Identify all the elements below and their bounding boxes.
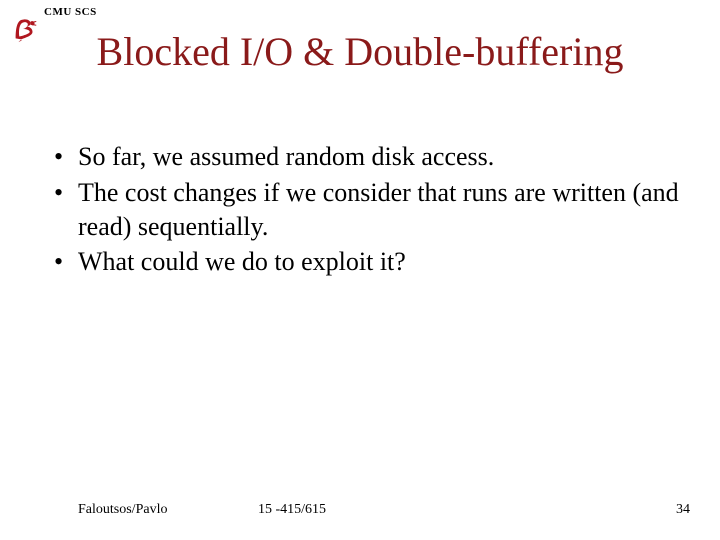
list-item: The cost changes if we consider that run… <box>50 176 680 244</box>
slide-title: Blocked I/O & Double-buffering <box>0 28 720 75</box>
list-item: What could we do to exploit it? <box>50 245 680 279</box>
footer-page-number: 34 <box>676 502 690 518</box>
header-label: CMU SCS <box>44 6 97 18</box>
list-item: So far, we assumed random disk access. <box>50 140 680 174</box>
footer-authors: Faloutsos/Pavlo <box>78 502 167 518</box>
slide-footer: Faloutsos/Pavlo 15 -415/615 34 <box>0 502 720 522</box>
footer-course: 15 -415/615 <box>258 502 326 518</box>
bullet-list: So far, we assumed random disk access. T… <box>50 140 680 281</box>
